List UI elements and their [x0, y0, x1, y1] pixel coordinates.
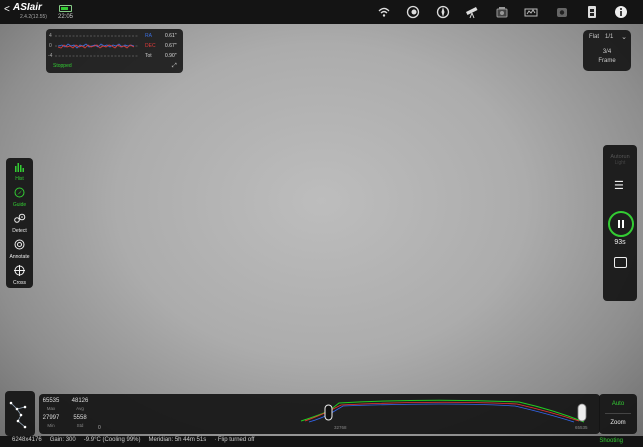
chevron-down-icon: ⌄ — [621, 34, 627, 41]
shooting-status: Shooting — [599, 438, 623, 444]
auto-stretch-button[interactable]: Auto — [599, 401, 637, 407]
tool-hist[interactable]: Hist — [6, 161, 33, 182]
camera-icon[interactable] — [554, 5, 570, 19]
telescope-icon[interactable] — [464, 5, 480, 19]
app-version: 2.4.2(12.55) — [20, 14, 47, 20]
detect-icon — [6, 213, 33, 227]
auto-zoom-panel: Auto Zoom — [599, 394, 637, 434]
frame-label: Frame — [598, 58, 616, 64]
histogram-curve — [300, 399, 587, 423]
expand-icon[interactable]: ⤢ — [172, 63, 177, 70]
frame-count: 1/1 — [605, 34, 614, 40]
battery-icon — [59, 5, 72, 12]
wifi-icon[interactable] — [376, 5, 392, 19]
scale-bottom: -4 — [48, 53, 53, 59]
sky-map-button[interactable] — [5, 391, 35, 436]
exposure-countdown: 93s — [614, 239, 626, 246]
tool-annotate[interactable]: Annotate — [6, 239, 33, 260]
info-icon[interactable] — [613, 5, 629, 19]
focuser-icon[interactable] — [523, 5, 539, 19]
filter-wheel-icon[interactable] — [494, 5, 510, 19]
tool-guide-label: Guide — [12, 202, 27, 208]
tool-guide[interactable]: Guide — [6, 187, 33, 208]
frame-type: Flat — [589, 34, 600, 40]
tool-detect-label: Detect — [12, 228, 27, 234]
status-gain: Gain: 300 — [49, 437, 76, 443]
histogram-panel[interactable]: 65535 Max 48126 Avg 27997 Min 5558 Std 0… — [39, 394, 600, 434]
zoom-button[interactable]: Zoom — [599, 420, 637, 426]
tot-value: 0.90" — [165, 53, 177, 59]
app-logo: ASIair — [13, 2, 42, 13]
tot-label: Tot — [145, 53, 152, 59]
dec-label: DEC — [145, 43, 156, 49]
guide-icon — [6, 187, 33, 201]
divider — [605, 413, 631, 414]
status-resolution: 6248x4176 — [12, 437, 42, 443]
scale-top: 4 — [49, 33, 52, 39]
status-bar: 6248x4176 Gain: 300 -9.9°C (Cooling 99%) Me… — [0, 436, 643, 447]
tool-cross[interactable]: Cross — [6, 265, 33, 286]
top-bar: < ASIair 2.4.2(12.55) 22:05 — [0, 0, 643, 24]
list-icon[interactable]: ☰ — [614, 179, 624, 192]
histogram-icon — [6, 161, 33, 175]
storage-icon[interactable] — [584, 5, 600, 19]
status-text: 6248x4176 Gain: 300 -9.9°C (Cooling 99%) Me… — [12, 437, 262, 443]
tool-cross-label: Cross — [12, 280, 27, 286]
clock: 22:05 — [58, 14, 74, 20]
ra-label: RA — [145, 33, 152, 39]
constellation-icon — [9, 401, 27, 429]
image-preview-icon[interactable] — [614, 257, 627, 268]
frame-progress: 3/4 — [602, 49, 612, 55]
guide-graph[interactable]: 4 0 -4 RA DEC Tot 0.61" 0.67" 0.90" Stop… — [46, 29, 183, 73]
mount-icon[interactable] — [435, 5, 451, 19]
pause-shoot-button[interactable] — [608, 211, 634, 237]
status-temperature: -9.9°C (Cooling 99%) — [83, 437, 141, 443]
dec-value: 0.67" — [165, 43, 177, 49]
status-meridian: Meridian: 5h 44m 51s — [148, 437, 207, 443]
tool-hist-label: Hist — [15, 176, 24, 182]
crosshair-icon — [6, 265, 33, 279]
display-icon[interactable] — [405, 5, 421, 19]
status-flip: · Flip turned off — [214, 437, 255, 443]
frame-selector[interactable]: Flat 1/1 ⌄ 3/4 Frame — [583, 30, 631, 71]
tool-detect[interactable]: Detect — [6, 213, 33, 234]
right-panel: Autorun Light ☰ 93s — [603, 145, 637, 301]
scale-mid: 0 — [49, 43, 52, 49]
guide-status: Stopped — [53, 63, 72, 69]
left-toolbar: Hist Guide Detect Annotate Cross — [6, 158, 33, 288]
autorun-mode: Light — [614, 160, 626, 166]
back-icon[interactable]: < — [4, 4, 10, 15]
tool-annotate-label: Annotate — [9, 254, 30, 260]
ra-value: 0.61" — [165, 33, 177, 39]
annotate-icon — [6, 239, 33, 253]
